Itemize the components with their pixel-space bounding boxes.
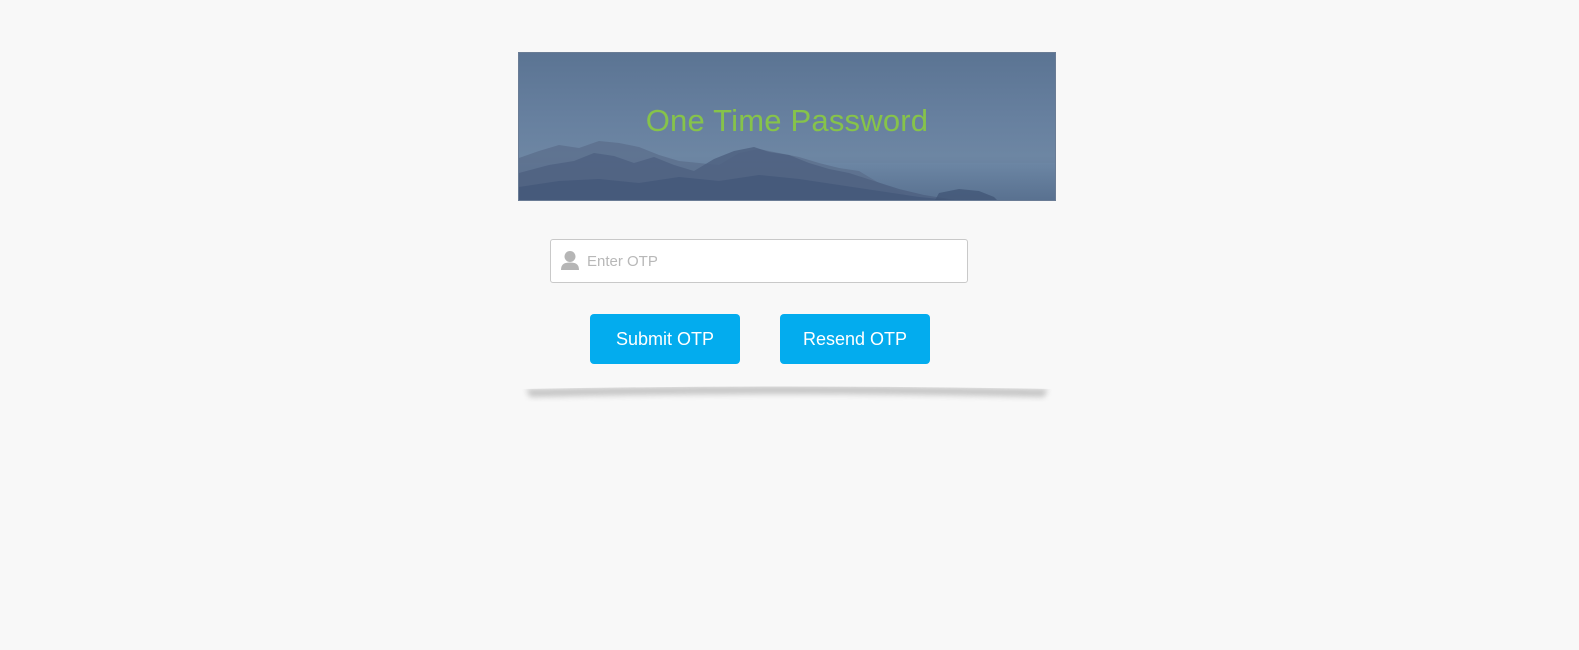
otp-field[interactable] — [550, 239, 968, 283]
user-icon — [561, 251, 579, 270]
otp-input[interactable] — [587, 240, 959, 282]
page-title: One Time Password — [645, 103, 929, 138]
otp-card: One Time Password Submit OTP Resend OTP — [518, 52, 1056, 397]
banner: One Time Password — [518, 52, 1056, 201]
resend-otp-button[interactable]: Resend OTP — [780, 314, 930, 364]
submit-otp-button[interactable]: Submit OTP — [590, 314, 740, 364]
